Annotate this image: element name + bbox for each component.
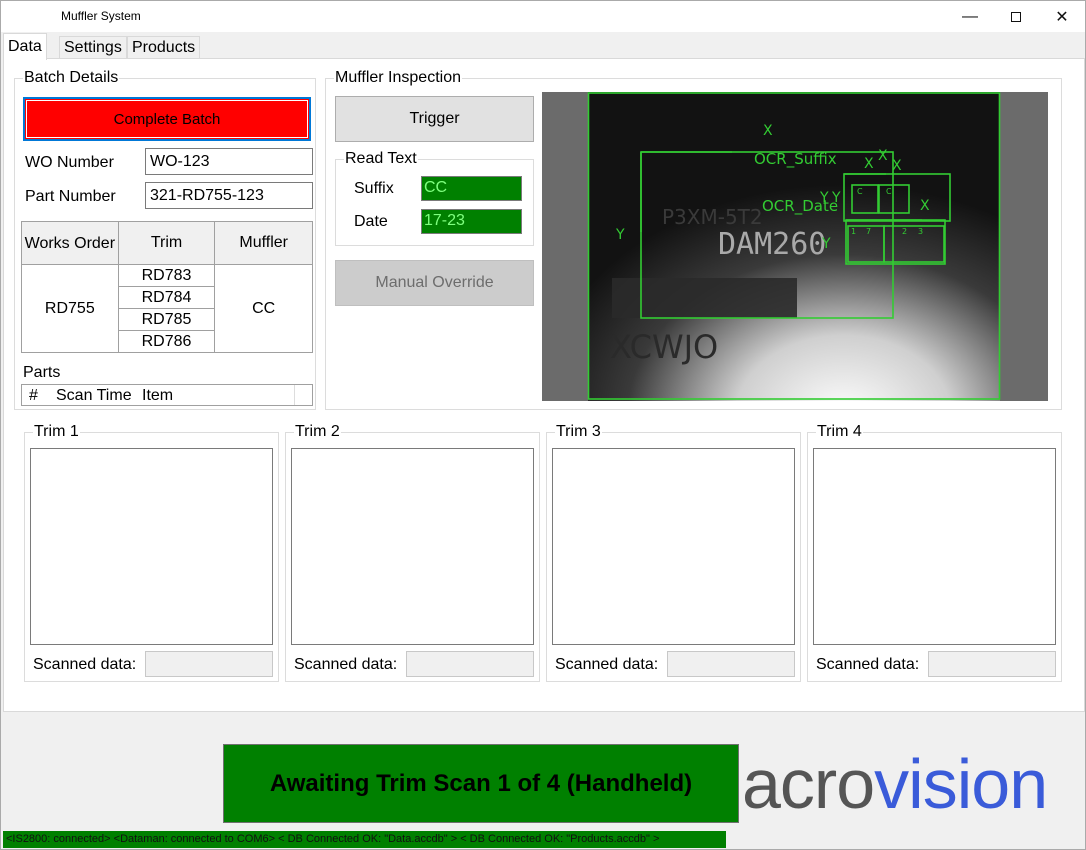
minimize-button[interactable]: — [947,1,993,32]
logo-acro: acro [742,745,875,823]
axis-y-label: Y [819,190,829,206]
complete-batch-label: Complete Batch [113,110,221,128]
works-order-header: Works Order [21,221,119,265]
axis-y-label: Y [821,236,831,252]
wo-number-field[interactable]: WO-123 [145,148,313,175]
trim-2-list[interactable] [291,448,534,645]
embossed-code: DAM260 [718,227,826,262]
trim-4-group: Trim 4 Scanned data: [807,422,1062,682]
trim-2-title: Trim 2 [294,422,341,442]
char-label: C [857,187,863,196]
trim-cell[interactable]: RD783 [117,264,216,287]
app-window: Muffler System — ✕ Data Settings Product… [0,0,1086,850]
trim-cell[interactable]: RD785 [117,308,216,331]
parts-list[interactable]: # Scan Time Item [21,384,313,406]
trim-1-scanned-label: Scanned data: [33,656,137,673]
logo-vision: vision [874,745,1048,823]
embossed-bottom: XCWJO [610,328,718,366]
parts-col-scan-time[interactable]: Scan Time [56,387,132,405]
connection-status-bar: <IS2800: connected> <Dataman: connected … [3,831,726,848]
axis-y-label: Y [615,227,625,243]
digit-label: 2 [902,227,907,236]
digit-label: 3 [918,227,923,236]
trim-2-scanned-field[interactable] [406,651,534,677]
trim-1-group: Trim 1 Scanned data: [24,422,279,682]
date-label: Date [354,213,388,230]
part-number-label: Part Number [25,188,116,205]
works-order-table: Works Order Trim Muffler RD755 RD783 CC … [21,221,313,353]
trim-1-scanned-field[interactable] [145,651,273,677]
camera-overlay: DAM260 P3XM-5T2 XCWJO OCR_Suffix OCR_Dat… [587,92,1001,401]
trim-3-scanned-label: Scanned data: [555,656,659,673]
title-bar[interactable]: Muffler System — ✕ [1,1,1085,32]
batch-details-group: Batch Details Complete Batch WO Number W… [14,68,316,410]
axis-x-label: X [763,123,773,139]
trim-4-title: Trim 4 [816,422,863,442]
digit-label: 1 [851,227,856,236]
batch-details-title: Batch Details [23,68,120,88]
parts-label: Parts [23,364,61,381]
suffix-label: Suffix [354,180,394,197]
window-title: Muffler System [61,9,141,23]
parts-col-divider [294,385,295,405]
trim-header: Trim [117,221,216,265]
complete-batch-button[interactable]: Complete Batch [23,97,311,141]
trim-4-scanned-label: Scanned data: [816,656,920,673]
status-message: Awaiting Trim Scan 1 of 4 (Handheld) [223,744,739,823]
axis-x-label: X [864,156,874,172]
date-value-field[interactable]: 17-23 [421,209,522,234]
trim-cell[interactable]: RD786 [117,330,216,353]
axis-y-label: Y [831,190,841,206]
tab-settings[interactable]: Settings [59,36,127,59]
embossed-small: P3XM-5T2 [662,205,763,229]
muffler-cell[interactable]: CC [214,264,313,353]
redacted-region [612,278,797,318]
trim-4-list[interactable] [813,448,1056,645]
ocr-suffix-label: OCR_Suffix [754,150,837,169]
close-button[interactable]: ✕ [1039,1,1085,32]
tab-data[interactable]: Data [3,33,47,60]
manual-override-button[interactable]: Manual Override [335,260,534,306]
muffler-inspection-title: Muffler Inspection [334,68,462,88]
works-order-cell[interactable]: RD755 [21,264,119,353]
maximize-button[interactable] [993,1,1039,32]
char-label: C [886,187,892,196]
axis-x-label: X [920,198,930,214]
axis-x-label: X [892,158,902,174]
trim-1-title: Trim 1 [33,422,80,442]
tab-products[interactable]: Products [127,36,201,59]
trim-4-scanned-field[interactable] [928,651,1056,677]
trim-3-title: Trim 3 [555,422,602,442]
trim-3-list[interactable] [552,448,795,645]
read-text-group: Read Text Suffix CC Date 17-23 [335,149,534,246]
trim-1-list[interactable] [30,448,273,645]
trim-2-group: Trim 2 Scanned data: [285,422,540,682]
tab-strip: Data Settings Products [1,32,1085,60]
part-number-field[interactable]: 321-RD755-123 [145,182,313,209]
acrovision-logo: acrovision [742,745,1048,823]
parts-col-number[interactable]: # [29,387,38,405]
read-text-title: Read Text [344,149,418,169]
trim-3-group: Trim 3 Scanned data: [546,422,801,682]
digit-label: 7 [866,227,871,236]
trigger-button[interactable]: Trigger [335,96,534,142]
suffix-value-field[interactable]: CC [421,176,522,201]
trim-2-scanned-label: Scanned data: [294,656,398,673]
trim-3-scanned-field[interactable] [667,651,795,677]
muffler-header: Muffler [214,221,313,265]
axis-x-label: X [878,148,888,164]
parts-col-item[interactable]: Item [142,387,173,405]
data-tab-page: Batch Details Complete Batch WO Number W… [3,58,1085,712]
close-icon: ✕ [1055,8,1069,26]
trim-cell[interactable]: RD784 [117,286,216,309]
maximize-icon [1011,11,1021,22]
wo-number-label: WO Number [25,154,114,171]
muffler-inspection-group: Muffler Inspection Trigger Read Text Suf… [325,68,1062,410]
minimize-icon: — [962,7,978,25]
camera-image[interactable]: DAM260 P3XM-5T2 XCWJO OCR_Suffix OCR_Dat… [542,92,1048,401]
